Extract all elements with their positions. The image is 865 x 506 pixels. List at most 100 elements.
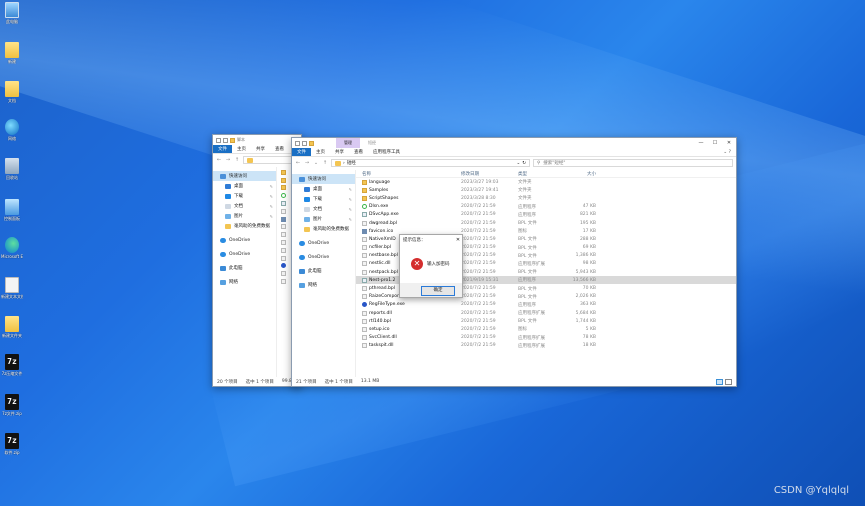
column-size[interactable]: 大小 (566, 171, 596, 177)
item-count: 21 个项目 (296, 379, 317, 385)
tab-home[interactable]: 主页 (232, 145, 251, 153)
file-row[interactable]: SvcClient.dll 2020/7/2 21:59 应用程序扩展 78 KB (356, 334, 736, 342)
address-bar[interactable]: › 短经 ⌄ ↻ (331, 159, 530, 167)
back-explorer-window[interactable]: 脚本 文件 主页 共享 查看 ← → ↑ 快速访问 桌面 ✎ 下载 ✎ 文档 ✎ 图片… (212, 134, 302, 387)
file-name: rtl140.bpl (369, 318, 391, 324)
minimize-button[interactable]: — (694, 140, 708, 146)
ok-button[interactable]: 确定 (421, 286, 455, 296)
nav-network[interactable]: 网络 (213, 277, 276, 287)
desktop-icon-network[interactable]: 网络 (1, 119, 23, 141)
file-row[interactable]: taskspit.dll 2020/7/2 21:59 应用程序扩展 18 KB (356, 342, 736, 350)
tab-home[interactable]: 主页 (311, 148, 330, 156)
file-row[interactable]: reports.dll 2020/7/2 21:59 应用程序扩展 5,684 KB (356, 309, 736, 317)
nav-onedrive[interactable]: OneDrive (213, 249, 276, 259)
large-icons-view-button[interactable] (725, 378, 732, 385)
tab-file[interactable]: 文件 (213, 145, 232, 153)
tab-share[interactable]: 共享 (251, 145, 270, 153)
nav-this-pc[interactable]: 此电脑 (213, 263, 276, 273)
desktop-icon-control-panel[interactable]: 控制面板 (1, 199, 23, 221)
status-bar: 20 个项目 选中 1 个项目 99.8 KB (217, 379, 299, 385)
close-button[interactable]: ✕ (722, 140, 736, 146)
tab-view[interactable]: 查看 (270, 145, 289, 153)
window-icon (295, 140, 300, 146)
tab-file[interactable]: 文件 (292, 148, 311, 156)
file-date: 2020/7/2 21:59 (461, 261, 496, 267)
search-box[interactable]: ⚲ 搜索"短经" (533, 159, 733, 167)
file-row[interactable]: RegFileType.exe 2020/7/2 21:59 应用程序 363 KB (356, 301, 736, 309)
nav-item[interactable]: 此电脑 (292, 266, 355, 276)
address-bar[interactable] (243, 156, 298, 164)
file-row[interactable]: ScriptShapes 2023/3/28 8:30 文件夹 (356, 194, 736, 202)
password-dialog[interactable]: 提示信息： ✕ ✕ 输入加密码 确定 (399, 234, 463, 298)
breadcrumb-folder[interactable]: 短经 (347, 160, 356, 166)
file-name: DSvcApp.exe (369, 212, 399, 218)
nav-item[interactable]: OneDrive (292, 238, 355, 248)
details-view-button[interactable] (716, 378, 723, 385)
nav-item[interactable]: 图片 ✎ (292, 214, 355, 224)
recent-dropdown-icon[interactable]: ⌄ (313, 160, 319, 166)
desktop-icon-recycle-bin[interactable]: 回收站 (1, 158, 23, 180)
title-bar[interactable]: 管理 短经 — ☐ ✕ (292, 138, 736, 148)
desktop-icon-folder[interactable]: 新建 (1, 42, 23, 64)
up-arrow-icon[interactable]: ↑ (234, 157, 240, 163)
tab-share[interactable]: 共享 (330, 148, 349, 156)
nav-item[interactable]: OneDrive (292, 252, 355, 262)
file-row[interactable]: Samples 2023/3/27 19:41 文件夹 (356, 186, 736, 194)
column-type[interactable]: 类型 (518, 171, 566, 177)
desktop-icon-folder[interactable]: 文档 (1, 81, 23, 103)
nav-pictures[interactable]: 图片 ✎ (213, 211, 276, 221)
file-row[interactable]: setup.ico 2020/7/2 21:59 图标 5 KB (356, 325, 736, 333)
refresh-icon[interactable]: ↻ (522, 161, 526, 166)
back-arrow-icon[interactable]: ← (216, 157, 222, 163)
nav-item[interactable]: 桌面 ✎ (292, 184, 355, 194)
desktop-icon-7z[interactable]: 7z 软件.zip (1, 433, 23, 455)
back-arrow-icon[interactable]: ← (295, 160, 301, 166)
file-name: setup.ico (369, 326, 390, 332)
nav-desktop[interactable]: 桌面 ✎ (213, 181, 276, 191)
file-row[interactable]: Dlsn.exe 2020/7/2 21:59 应用程序 47 KB (356, 203, 736, 211)
file-row[interactable]: dwgread.bpl 2020/7/2 21:59 BPL 文件 195 KB (356, 219, 736, 227)
desktop-icon-this-pc[interactable]: 此电脑 (1, 2, 23, 24)
nav-documents[interactable]: 文档 ✎ (213, 201, 276, 211)
column-date[interactable]: 修改日期 (461, 171, 518, 177)
file-date: 2020/7/2 21:59 (461, 335, 496, 341)
maximize-button[interactable]: ☐ (708, 140, 722, 146)
forward-arrow-icon[interactable]: → (225, 157, 231, 163)
dialog-close-button[interactable]: ✕ (454, 237, 462, 243)
file-row[interactable]: DSvcApp.exe 2020/7/2 21:59 应用程序 821 KB (356, 211, 736, 219)
file-icon (362, 310, 367, 316)
folder-icon (281, 185, 286, 191)
nav-item[interactable]: 网络 (292, 280, 355, 290)
manage-context-tab[interactable]: 管理 (336, 138, 360, 148)
desktop-icon-7z[interactable]: 7z 7z压缩文件 (1, 354, 23, 376)
nav-item[interactable]: 毫风助的免费数据 (292, 224, 355, 234)
nav-item[interactable]: 快速访问 (292, 174, 355, 184)
nav-quick-access[interactable]: 快速访问 (213, 171, 276, 181)
column-name[interactable]: 名称 (356, 171, 461, 177)
folder-icon (5, 316, 19, 332)
desktop-icon-folder[interactable]: 新建文件夹 (1, 316, 23, 338)
nav-item[interactable]: 文档 ✎ (292, 204, 355, 214)
file-date: 2020/7/2 21:59 (461, 343, 496, 349)
dialog-title-bar[interactable]: 提示信息： ✕ (400, 235, 462, 245)
file-size: 69 KB (582, 245, 596, 251)
file-row[interactable]: language 2023/3/27 19:03 文件夹 (356, 178, 736, 186)
desktop-icon-edge[interactable]: Microsoft Edge (1, 237, 23, 259)
nav-onedrive[interactable]: OneDrive (213, 235, 276, 245)
nav-folder[interactable]: 毫风助的免费数据 (213, 221, 276, 231)
nav-item-label: 下载 (313, 197, 322, 202)
title-bar[interactable]: 脚本 (213, 135, 301, 145)
front-explorer-window[interactable]: 管理 短经 — ☐ ✕ 文件 主页 共享 查看 应用程序工具 ⌄ ? ← → ⌄… (291, 137, 737, 387)
desktop-icon-text-file[interactable]: 新建文本文档.txt (1, 277, 23, 299)
ribbon-expand-button[interactable]: ⌄ ? (718, 148, 736, 156)
up-arrow-icon[interactable]: ↑ (322, 160, 328, 166)
file-row[interactable]: rtl140.bpl 2020/7/2 21:59 BPL 文件 1,744 KB (356, 317, 736, 325)
forward-arrow-icon[interactable]: → (304, 160, 310, 166)
desktop-icon-7z[interactable]: 7z 7z文件.zip (1, 394, 23, 416)
nav-downloads[interactable]: 下载 ✎ (213, 191, 276, 201)
address-dropdown-icon[interactable]: ⌄ (516, 161, 520, 166)
folder-icon (230, 137, 235, 143)
tab-app-tools[interactable]: 应用程序工具 (368, 148, 405, 156)
tab-view[interactable]: 查看 (349, 148, 368, 156)
nav-item[interactable]: 下载 ✎ (292, 194, 355, 204)
